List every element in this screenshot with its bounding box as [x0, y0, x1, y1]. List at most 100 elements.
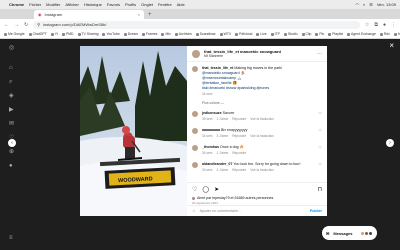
comment-input[interactable]: Ajouter un commentaire…	[200, 209, 242, 213]
search-icon[interactable]: ⌕	[363, 2, 365, 7]
address-bar[interactable]: ⚲ instagram.com/p/DAEMWwDmS8b/	[33, 20, 360, 29]
translate-link[interactable]: Voir la traduction	[250, 134, 274, 138]
menu-icon[interactable]: ≡	[9, 235, 15, 241]
back-icon[interactable]: ←	[4, 22, 9, 28]
author-avatar[interactable]	[192, 49, 200, 58]
bookmark-item[interactable]: Agent Exchange	[347, 32, 376, 36]
forward-icon[interactable]: →	[14, 22, 19, 28]
tab-instagram[interactable]: ◉ Instagram ×	[34, 10, 144, 19]
comment-like-icon[interactable]: ♡	[318, 162, 322, 173]
menu-item-historique[interactable]: Historique	[84, 2, 102, 7]
bookmark-item[interactable]: ChatGPT	[28, 32, 47, 36]
comment-likes[interactable]: 2 J'aime	[216, 168, 228, 172]
translate-link[interactable]: Voir la traduction	[250, 168, 274, 172]
see-more-link[interactable]: Plus voiture —	[202, 101, 322, 105]
clock[interactable]: Ven. 13:09	[377, 2, 396, 7]
bookmark-item[interactable]: Rdv	[379, 32, 390, 36]
reels-icon[interactable]: ▶	[9, 107, 15, 113]
caption-hashtags[interactable]: #ski #manoekl #snow #parkskiing #jeunes	[202, 86, 282, 91]
site-info-icon[interactable]: ⚲	[37, 22, 40, 27]
bookmark-item[interactable]: fmp	[393, 32, 400, 36]
menu-item-fenetre[interactable]: Fenêtre	[158, 2, 172, 7]
bookmark-item[interactable]: Frames	[141, 32, 157, 36]
explore-icon[interactable]: ◈	[9, 93, 15, 99]
menu-item-aide[interactable]: Aide	[177, 2, 185, 7]
next-post-button[interactable]: ›	[386, 139, 394, 147]
profile-avatar[interactable]: ●	[383, 22, 386, 28]
bookmark-item[interactable]: Archives	[174, 32, 192, 36]
menu-item-onglet[interactable]: Onglet	[141, 2, 153, 7]
commenter-avatar[interactable]	[192, 111, 198, 117]
like-icon[interactable]: ♡	[192, 186, 197, 193]
bookmark-item[interactable]: Clip	[301, 32, 311, 36]
bookmark-item[interactable]: PMD	[61, 32, 74, 36]
bookmark-star-icon[interactable]: ☆	[365, 22, 369, 28]
commenter-avatar[interactable]	[192, 162, 198, 168]
bookmark-item[interactable]: ITP	[270, 32, 280, 36]
extensions-icon[interactable]: ⧉	[374, 22, 378, 28]
search-icon[interactable]: ⌕	[9, 79, 15, 85]
bookmark-item[interactable]: Plu	[315, 32, 324, 36]
likes-summary[interactable]: Aimé par lepeslay79 et 51689 autres pers…	[192, 196, 322, 200]
bookmark-item[interactable]: YouTube	[102, 32, 120, 36]
bookmark-item[interactable]: Yt	[50, 32, 58, 36]
post-location[interactable]: Mt Slannerie	[204, 54, 281, 58]
commenter-avatar[interactable]	[192, 128, 198, 134]
home-icon[interactable]: ⌂	[9, 65, 15, 71]
bookmark-item[interactable]: TV Sharing	[77, 32, 98, 36]
bookmark-item[interactable]: Mix	[161, 32, 171, 36]
menu-item-afficher[interactable]: Afficher	[65, 2, 79, 7]
browser-menu-icon[interactable]: ⋮	[391, 22, 396, 28]
reload-icon[interactable]: ↻	[24, 22, 28, 28]
bookmark-item[interactable]: Me Google	[4, 32, 25, 36]
control-center-icon[interactable]: ☰	[369, 2, 373, 7]
commenter-avatar[interactable]	[192, 145, 198, 151]
bookmark-item[interactable]: Pdfcloud	[235, 32, 252, 36]
emoji-icon[interactable]: ☺	[192, 209, 196, 213]
menu-item-favoris[interactable]: Favoris	[107, 2, 120, 7]
caption-mentions[interactable]: @manoeklc.snowguard 🏂 @rosemountaincamp …	[202, 71, 282, 86]
app-menu[interactable]: Chrome	[9, 2, 24, 7]
menu-item-fichier[interactable]: Fichier	[29, 2, 41, 7]
close-modal-icon[interactable]: ×	[389, 41, 394, 50]
bookmark-item[interactable]: Playlist	[328, 32, 343, 36]
close-tab-icon[interactable]: ×	[138, 12, 140, 17]
messages-widget[interactable]: ✉ Messages	[322, 226, 377, 240]
caption-username[interactable]: that_tessin_life_et	[202, 66, 233, 70]
bookmark-item[interactable]: Scandinav	[195, 32, 216, 36]
commenter-username[interactable]: aaaaaaaaa	[202, 128, 220, 132]
save-icon[interactable]: ⊓	[317, 186, 322, 193]
messages-icon[interactable]: ✉	[9, 121, 15, 127]
comment-icon[interactable]: ◯	[202, 186, 209, 193]
comment-likes[interactable]: 3 J'aime	[216, 134, 228, 138]
menu-item-modifier[interactable]: Modifier	[46, 2, 60, 7]
create-icon[interactable]: ⊕	[9, 149, 15, 155]
profile-icon[interactable]: ●	[9, 163, 15, 169]
comments-list[interactable]: that_tessin_life_et Making big moves in …	[187, 62, 327, 182]
menu-item-profils[interactable]: Profils	[125, 2, 136, 7]
comment-like-icon[interactable]: ♡	[318, 111, 322, 122]
translate-link[interactable]: Voir la traduction	[250, 117, 274, 121]
commenter-username[interactable]: aldandleander_07	[202, 162, 232, 166]
reply-link[interactable]: Répondre	[232, 168, 246, 172]
more-options-icon[interactable]: ⋯	[317, 51, 322, 57]
comment-like-icon[interactable]: ♡	[318, 145, 322, 156]
bookmark-item[interactable]: Live	[256, 32, 267, 36]
reply-link[interactable]: Répondre	[232, 117, 246, 121]
bookmark-item[interactable]: Studio	[283, 32, 298, 36]
comment-likes[interactable]: 1 J'aime	[216, 117, 228, 121]
reply-link[interactable]: Répondre	[232, 151, 246, 155]
commenter-username[interactable]: jedkonsuze	[202, 111, 222, 115]
previous-post-button[interactable]: ‹	[8, 139, 16, 147]
caption-avatar[interactable]	[192, 66, 198, 72]
share-icon[interactable]: ➤	[214, 186, 219, 193]
wifi-icon[interactable]: ◠	[356, 2, 360, 7]
post-photo[interactable]: WOODWARD ♪ 👤	[80, 46, 187, 216]
new-tab-button[interactable]: +	[148, 12, 152, 18]
commenter-username[interactable]: _thomhas	[202, 145, 219, 149]
instagram-logo-icon[interactable]: ◎	[9, 45, 15, 51]
reply-link[interactable]: Répondre	[232, 134, 246, 138]
bookmark-item[interactable]: WTV	[219, 32, 231, 36]
bookmark-item[interactable]: Dream	[123, 32, 138, 36]
comment-like-icon[interactable]: ♡	[318, 128, 322, 139]
